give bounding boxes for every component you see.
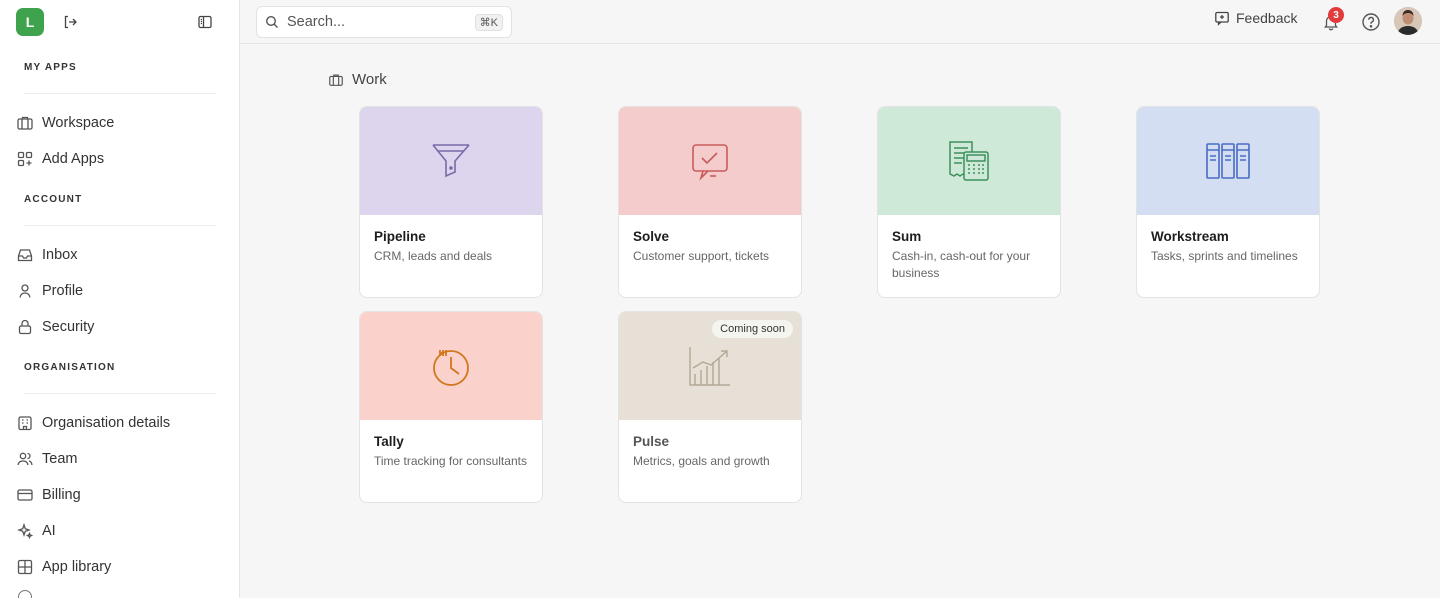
search-input[interactable]: Search... ⌘K bbox=[256, 6, 512, 38]
app-card-description: Customer support, tickets bbox=[633, 249, 770, 263]
notification-count-badge: 3 bbox=[1328, 7, 1344, 23]
sidebar-item-team[interactable]: Team bbox=[16, 444, 226, 474]
app-card-sum[interactable]: Sum Cash-in, cash-out for your business bbox=[877, 106, 1061, 298]
briefcase-icon bbox=[329, 74, 343, 86]
section-label-account: ACCOUNT bbox=[24, 194, 83, 205]
app-card-description: Time tracking for consultants bbox=[374, 454, 527, 468]
columns-icon bbox=[1206, 143, 1250, 179]
section-label-organisation: ORGANISATION bbox=[24, 362, 116, 373]
sidebar-item-add-apps[interactable]: Add Apps bbox=[16, 144, 226, 174]
credit-card-icon bbox=[17, 489, 33, 501]
divider bbox=[24, 225, 216, 226]
feedback-label: Feedback bbox=[1236, 10, 1298, 26]
app-card-banner bbox=[1137, 107, 1319, 215]
search-icon bbox=[265, 15, 278, 28]
sidebar-item-security[interactable]: Security bbox=[16, 312, 226, 342]
sidebar-item-label: Team bbox=[42, 451, 78, 467]
sparkles-icon bbox=[17, 523, 34, 540]
top-bar: Search... ⌘K Feedback 3 bbox=[240, 0, 1440, 44]
app-card-title: Pipeline bbox=[374, 229, 426, 244]
sidebar-header: L bbox=[0, 0, 239, 44]
users-icon bbox=[17, 452, 33, 466]
partial-nav-icon bbox=[18, 590, 32, 598]
coming-soon-badge: Coming soon bbox=[712, 320, 793, 338]
sidebar-item-label: Security bbox=[42, 319, 95, 335]
app-card-pipeline[interactable]: Pipeline CRM, leads and deals bbox=[359, 106, 543, 298]
app-card-banner bbox=[619, 107, 801, 215]
chat-check-icon bbox=[692, 144, 728, 181]
sidebar-toggle-icon[interactable] bbox=[193, 10, 217, 34]
logout-icon[interactable] bbox=[58, 10, 82, 34]
app-card-description: Cash-in, cash-out for your business bbox=[892, 249, 1031, 280]
sidebar-item-profile[interactable]: Profile bbox=[16, 276, 226, 306]
app-card-title: Tally bbox=[374, 434, 404, 449]
sidebar-item-label: App library bbox=[42, 559, 112, 575]
app-card-banner bbox=[878, 107, 1060, 215]
section-header-work: Work bbox=[328, 71, 387, 88]
app-card-description: CRM, leads and deals bbox=[374, 249, 493, 263]
app-card-title: Sum bbox=[892, 229, 922, 244]
app-card-title: Solve bbox=[633, 229, 670, 244]
sidebar-item-app-library[interactable]: App library bbox=[16, 552, 226, 582]
app-card-solve[interactable]: Solve Customer support, tickets bbox=[618, 106, 802, 298]
sidebar-item-label: Workspace bbox=[42, 115, 115, 131]
table-icon bbox=[17, 559, 33, 575]
section-title: Work bbox=[352, 71, 387, 88]
app-card-tally[interactable]: Tally Time tracking for consultants bbox=[359, 311, 543, 503]
chart-icon bbox=[689, 347, 730, 386]
user-icon bbox=[19, 284, 31, 298]
app-card-banner: Coming soon bbox=[619, 312, 801, 420]
app-card-workstream[interactable]: Workstream Tasks, sprints and timelines bbox=[1136, 106, 1320, 298]
divider bbox=[24, 93, 216, 94]
sidebar-item-inbox[interactable]: Inbox bbox=[16, 240, 226, 270]
app-card-banner bbox=[360, 107, 542, 215]
funnel-icon bbox=[432, 144, 470, 178]
logo-letter: L bbox=[25, 14, 35, 30]
feedback-icon bbox=[1215, 11, 1229, 26]
section-label-my-apps: MY APPS bbox=[24, 62, 77, 73]
sidebar-item-billing[interactable]: Billing bbox=[16, 480, 226, 510]
app-card-title: Workstream bbox=[1151, 229, 1229, 244]
search-shortcut: ⌘K bbox=[474, 13, 503, 31]
briefcase-icon bbox=[17, 116, 33, 130]
lock-icon bbox=[18, 319, 32, 335]
app-card-title: Pulse bbox=[633, 434, 670, 449]
grid-plus-icon bbox=[17, 151, 33, 167]
feedback-button[interactable]: Feedback bbox=[1214, 10, 1297, 26]
app-logo[interactable]: L bbox=[16, 8, 44, 36]
sidebar-item-workspace[interactable]: Workspace bbox=[16, 108, 226, 138]
sidebar-item-label: Profile bbox=[42, 283, 84, 299]
clock-icon bbox=[433, 350, 469, 386]
divider bbox=[24, 393, 216, 394]
sidebar-item-label: Billing bbox=[42, 487, 81, 503]
sidebar: L MY APPS Workspace Add Apps ACCOUNT Inb… bbox=[0, 0, 240, 598]
app-card-banner bbox=[360, 312, 542, 420]
sidebar-item-label: Add Apps bbox=[42, 151, 105, 167]
app-card-description: Tasks, sprints and timelines bbox=[1151, 249, 1298, 263]
sidebar-item-organisation-details[interactable]: Organisation details bbox=[16, 408, 226, 438]
app-card-description: Metrics, goals and growth bbox=[633, 454, 770, 468]
calculator-icon bbox=[949, 141, 989, 181]
search-placeholder: Search... bbox=[287, 14, 346, 30]
building-icon bbox=[18, 416, 32, 431]
help-icon[interactable] bbox=[1359, 10, 1383, 34]
user-avatar[interactable] bbox=[1394, 7, 1422, 35]
app-card-pulse: Coming soon Pulse Metrics, goals and gro… bbox=[618, 311, 802, 503]
inbox-icon bbox=[17, 249, 33, 262]
sidebar-item-ai[interactable]: AI bbox=[16, 516, 226, 546]
sidebar-item-label: Organisation details bbox=[42, 415, 171, 431]
sidebar-item-label: AI bbox=[42, 523, 56, 539]
sidebar-item-label: Inbox bbox=[42, 247, 78, 263]
